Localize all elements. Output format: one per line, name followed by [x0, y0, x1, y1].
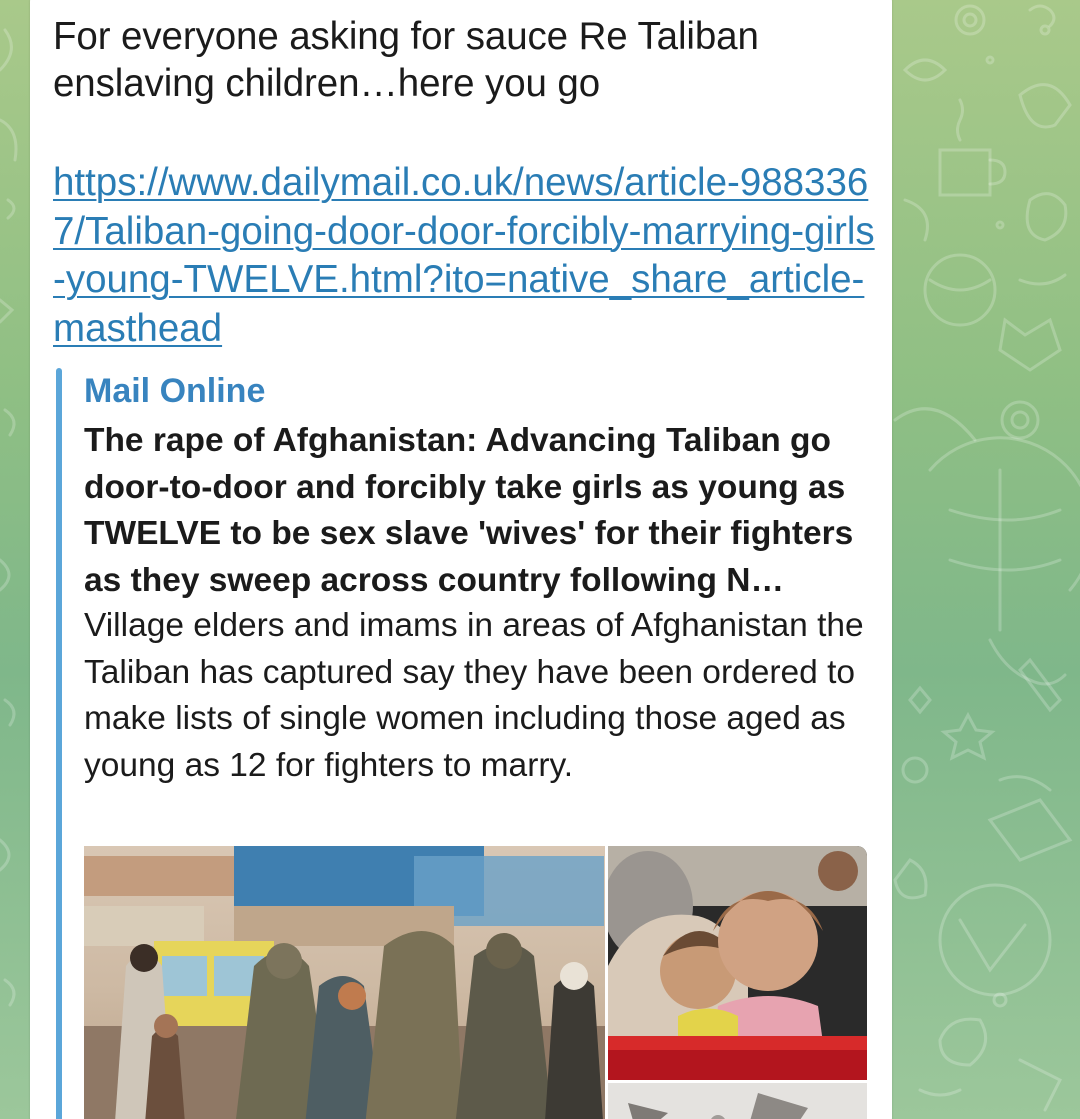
extra-preview-image — [608, 1083, 867, 1119]
link-preview-site-name[interactable]: Mail Online — [84, 370, 265, 412]
children-in-car-image — [608, 846, 867, 1080]
link-preview-image-street[interactable] — [84, 846, 605, 1119]
link-preview-title[interactable]: The rape of Afghanistan: Advancing Talib… — [84, 418, 884, 604]
message-link[interactable]: https://www.dailymail.co.uk/news/article… — [53, 159, 883, 353]
link-preview-image-extra[interactable] — [608, 1083, 867, 1119]
link-preview-accent-bar — [56, 368, 62, 1119]
message-text: For everyone asking for sauce Re Taliban… — [53, 15, 759, 105]
link-preview-image-children[interactable] — [608, 846, 867, 1080]
link-preview-description: Village elders and imams in areas of Afg… — [84, 607, 864, 784]
street-scene-image — [84, 846, 605, 1119]
